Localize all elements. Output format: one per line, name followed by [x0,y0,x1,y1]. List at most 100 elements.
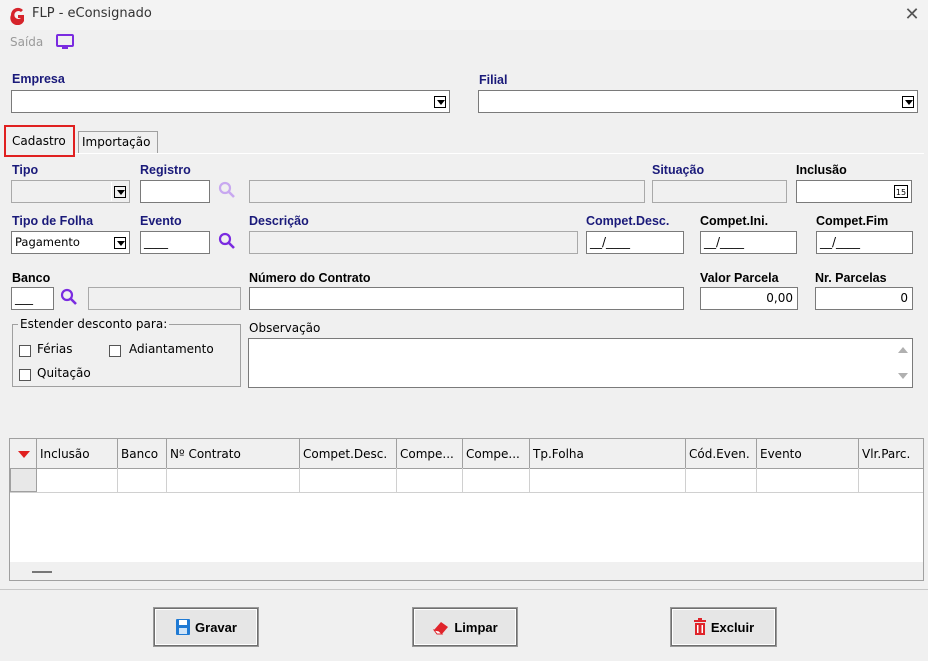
grid-col-compet-desc[interactable]: Compet.Desc. [300,439,397,468]
registro-input[interactable] [140,180,210,203]
compet-fim-label: Compet.Fim [816,214,889,228]
excluir-button[interactable]: Excluir [671,608,776,646]
trash-icon [693,618,706,635]
grid-col-tp-folha[interactable]: Tp.Folha [530,439,686,468]
tab-panel-border [4,153,924,154]
chevron-down-icon[interactable] [899,92,916,111]
evento-label: Evento [140,214,182,228]
tipo-select[interactable] [11,180,130,203]
grid-cell[interactable] [530,468,686,492]
compet-ini-input[interactable]: __/____ [700,231,797,254]
close-icon[interactable]: ✕ [899,2,925,28]
situacao-label: Situação [652,163,705,177]
scroll-down-icon[interactable] [898,373,908,379]
grid-indicator-header [10,439,37,468]
grid-footer [10,562,923,580]
tab-importacao-label: Importação [82,135,151,149]
limpar-button[interactable]: Limpar [413,608,517,646]
compet-fim-input[interactable]: __/____ [816,231,913,254]
registro-nome-field [249,180,645,203]
gravar-label: Gravar [195,619,237,635]
grid-cell[interactable] [167,468,300,492]
tipo-label: Tipo [12,163,39,177]
registro-label: Registro [140,163,191,177]
chevron-down-icon[interactable] [111,233,128,252]
grid-col-compet-ini[interactable]: Compe... [397,439,463,468]
descricao-field [249,231,578,254]
nr-parcelas-label: Nr. Parcelas [815,271,887,285]
valor-parcela-label: Valor Parcela [700,271,779,285]
adiantamento-checkbox[interactable] [109,345,121,357]
grid-col-evento[interactable]: Evento [757,439,859,468]
compet-fim-value: __/____ [820,235,861,249]
grid-col-vlr-parc[interactable]: Vlr.Parc. [859,439,923,468]
calendar-icon[interactable]: 15 [894,185,908,198]
quitacao-label: Quitação [37,366,91,380]
estender-label: Estender desconto para: [18,317,170,331]
menu-saida[interactable]: Saída [10,35,43,49]
grid-cell[interactable] [300,468,397,492]
grid-cell[interactable] [118,468,167,492]
scroll-up-icon[interactable] [898,347,908,353]
numero-contrato-input[interactable] [249,287,684,310]
nr-parcelas-value: 0 [900,291,908,305]
quitacao-checkbox[interactable] [19,369,31,381]
banco-input[interactable]: ___ [11,287,54,310]
tab-cadastro-label: Cadastro [12,134,66,148]
filial-select[interactable] [478,90,918,113]
save-icon [176,619,191,635]
observacao-scrollbar[interactable] [894,339,912,387]
grid-cell[interactable] [397,468,463,492]
contracts-grid[interactable]: Inclusão Banco Nº Contrato Compet.Desc. … [9,438,924,581]
empresa-select[interactable] [11,90,450,113]
monitor-icon[interactable] [56,34,74,50]
grid-cell[interactable] [859,468,923,492]
search-icon[interactable] [218,181,236,201]
grid-cell[interactable] [463,468,530,492]
grid-col-banco[interactable]: Banco [118,439,167,468]
banco-nome-field [88,287,241,310]
ferias-label: Férias [37,342,73,356]
compet-ini-label: Compet.Ini. [700,214,769,228]
eraser-icon [433,622,449,635]
chevron-down-icon[interactable] [431,92,448,111]
nr-parcelas-input[interactable]: 0 [815,287,913,310]
ferias-checkbox[interactable] [19,345,31,357]
filial-label: Filial [479,73,508,87]
row-indicator[interactable] [10,468,37,492]
grid-col-compet-fim[interactable]: Compe... [463,439,530,468]
limpar-label: Limpar [454,619,498,635]
adiantamento-label: Adiantamento [129,342,214,356]
valor-parcela-input[interactable]: 0,00 [700,287,798,310]
search-icon[interactable] [218,232,236,252]
excluir-label: Excluir [710,619,755,635]
compet-desc-input[interactable]: __/____ [586,231,684,254]
numero-contrato-label: Número do Contrato [249,271,371,285]
banco-label: Banco [12,271,51,285]
inclusao-label: Inclusão [796,163,847,177]
search-icon[interactable] [60,288,78,308]
grid-col-inclusao[interactable]: Inclusão [37,439,118,468]
grid-cell[interactable] [686,468,757,492]
descricao-label: Descrição [249,214,309,228]
grid-cell[interactable] [37,468,118,492]
gravar-button[interactable]: Gravar [154,608,258,646]
evento-input[interactable]: ____ [140,231,210,254]
grid-cell[interactable] [757,468,859,492]
observacao-textarea[interactable] [248,338,913,388]
table-row[interactable] [10,468,923,493]
tab-importacao[interactable]: Importação [78,131,158,153]
grid-col-cod-evento[interactable]: Cód.Even. [686,439,757,468]
grid-header: Inclusão Banco Nº Contrato Compet.Desc. … [10,439,923,469]
tipo-folha-select[interactable]: Pagamento [11,231,130,254]
evento-value: ____ [144,235,168,249]
empresa-label: Empresa [12,72,65,86]
grid-col-contrato[interactable]: Nº Contrato [167,439,300,468]
tab-cadastro[interactable]: Cadastro [4,125,75,157]
inclusao-date-input[interactable]: 15 [796,180,912,203]
situacao-field [652,180,787,203]
app-logo-icon [10,7,24,25]
chevron-down-icon[interactable] [111,182,128,201]
observacao-label: Observação [249,321,321,335]
sort-arrow-icon[interactable] [18,451,30,458]
